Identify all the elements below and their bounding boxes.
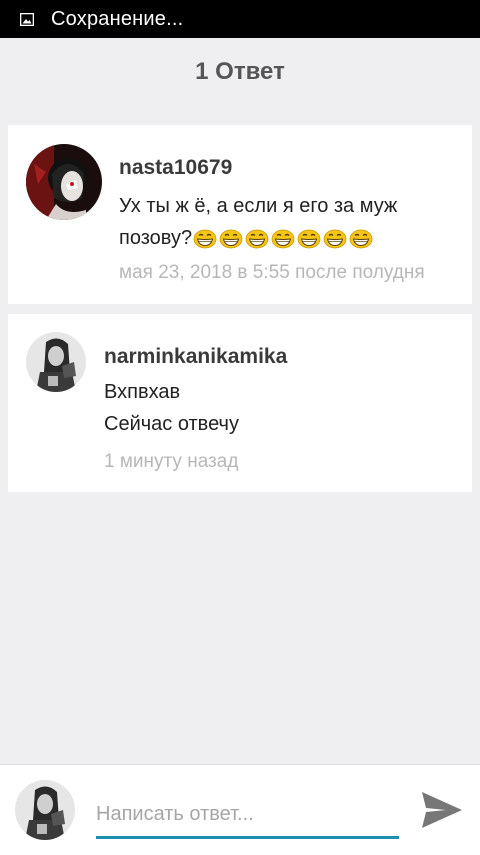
image-icon: [20, 12, 34, 26]
reply-message: Вхпвхав Сейчас отвечу: [104, 376, 444, 440]
comment-card: nasta10679 Ух ты ж ё, а если я его за му…: [8, 125, 472, 304]
comment-message-line: позову?: [119, 222, 459, 254]
grinning-face-emoji: [245, 229, 269, 249]
reply-card: narminkanikamika Вхпвхав Сейчас отвечу 1…: [8, 314, 472, 492]
grinning-face-emoji: [271, 229, 295, 249]
status-bar: Сохранение...: [0, 0, 480, 38]
send-icon[interactable]: [420, 790, 464, 830]
grinning-face-emoji: [219, 229, 243, 249]
reply-bar: [0, 764, 480, 855]
grinning-face-emoji: [193, 229, 217, 249]
reply-username[interactable]: narminkanikamika: [104, 345, 287, 369]
emoji-row: [193, 229, 373, 249]
avatar[interactable]: [26, 332, 86, 392]
avatar[interactable]: [26, 144, 102, 220]
comment-timestamp: мая 23, 2018 в 5:55 после полудня: [119, 262, 425, 283]
page-title: 1 Ответ: [195, 58, 285, 85]
grinning-face-emoji: [297, 229, 321, 249]
reply-message-line: Вхпвхав: [104, 381, 181, 403]
comment-message-line: Ух ты ж ё, а если я его за муж: [119, 195, 398, 217]
comment-message: Ух ты ж ё, а если я его за муж позову?: [119, 190, 459, 254]
status-text: Сохранение...: [51, 7, 184, 30]
comment-message-text: позову?: [119, 227, 193, 249]
comment-username[interactable]: nasta10679: [119, 156, 232, 180]
reply-timestamp: 1 минуту назад: [104, 451, 239, 472]
grinning-face-emoji: [349, 229, 373, 249]
grinning-face-emoji: [323, 229, 347, 249]
reply-input[interactable]: [96, 793, 399, 839]
avatar[interactable]: [15, 780, 75, 840]
reply-message-line: Сейчас отвечу: [104, 413, 239, 435]
